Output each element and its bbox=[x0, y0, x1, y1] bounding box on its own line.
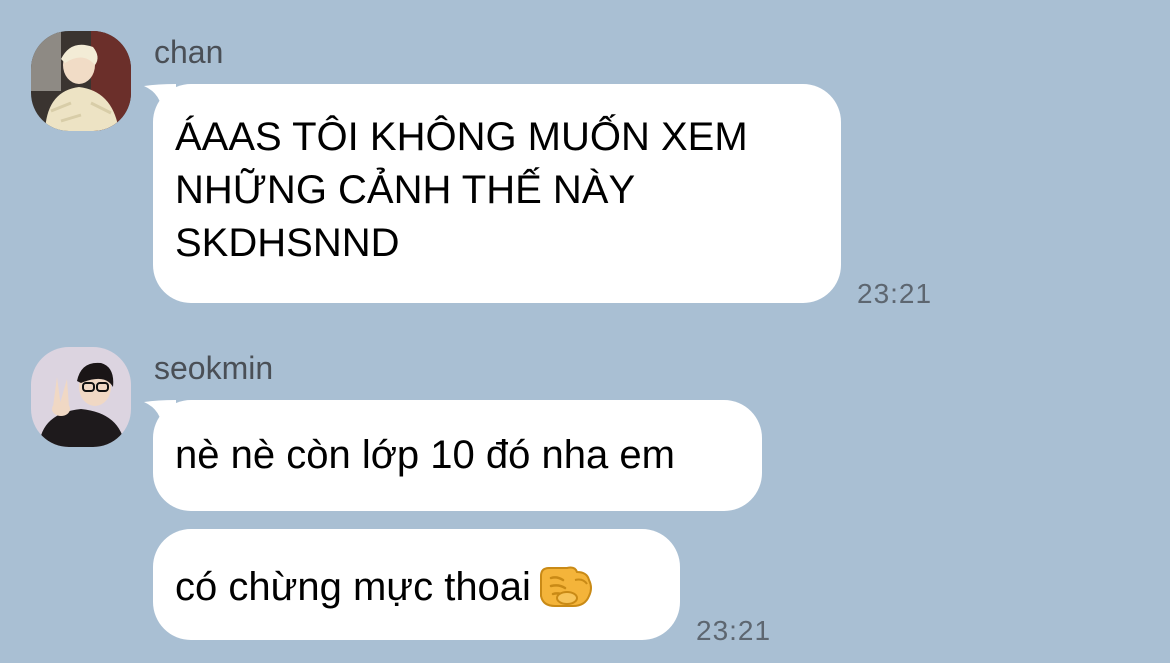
message-text-line: NHỮNG CẢNH THẾ NÀY bbox=[175, 168, 636, 212]
pointing-hand-emoji-icon bbox=[539, 566, 592, 607]
message-text-line: có chừng mực thoai bbox=[175, 565, 531, 609]
message-bubble[interactable]: có chừng mực thoai bbox=[153, 529, 680, 640]
avatar-chan[interactable] bbox=[31, 31, 131, 131]
message-bubble[interactable]: ÁAAS TÔI KHÔNG MUỐN XEM NHỮNG CẢNH THẾ N… bbox=[153, 84, 841, 303]
avatar-seokmin[interactable] bbox=[31, 347, 131, 447]
message-text-line: ÁAAS TÔI KHÔNG MUỐN XEM bbox=[175, 115, 748, 159]
message-text-row: có chừng mực thoai bbox=[175, 558, 658, 614]
user-avatar-photo-icon bbox=[31, 347, 131, 447]
message-text-line: nè nè còn lớp 10 đó nha em bbox=[175, 433, 675, 477]
user-avatar-photo-icon bbox=[31, 31, 131, 131]
message-bubble[interactable]: nè nè còn lớp 10 đó nha em bbox=[153, 400, 762, 511]
message-timestamp: 23:21 bbox=[857, 278, 933, 309]
sender-name: seokmin bbox=[154, 350, 274, 386]
sender-name: chan bbox=[154, 34, 224, 70]
message-timestamp: 23:21 bbox=[696, 615, 772, 646]
message-text-line: SKDHSNND bbox=[175, 221, 400, 265]
